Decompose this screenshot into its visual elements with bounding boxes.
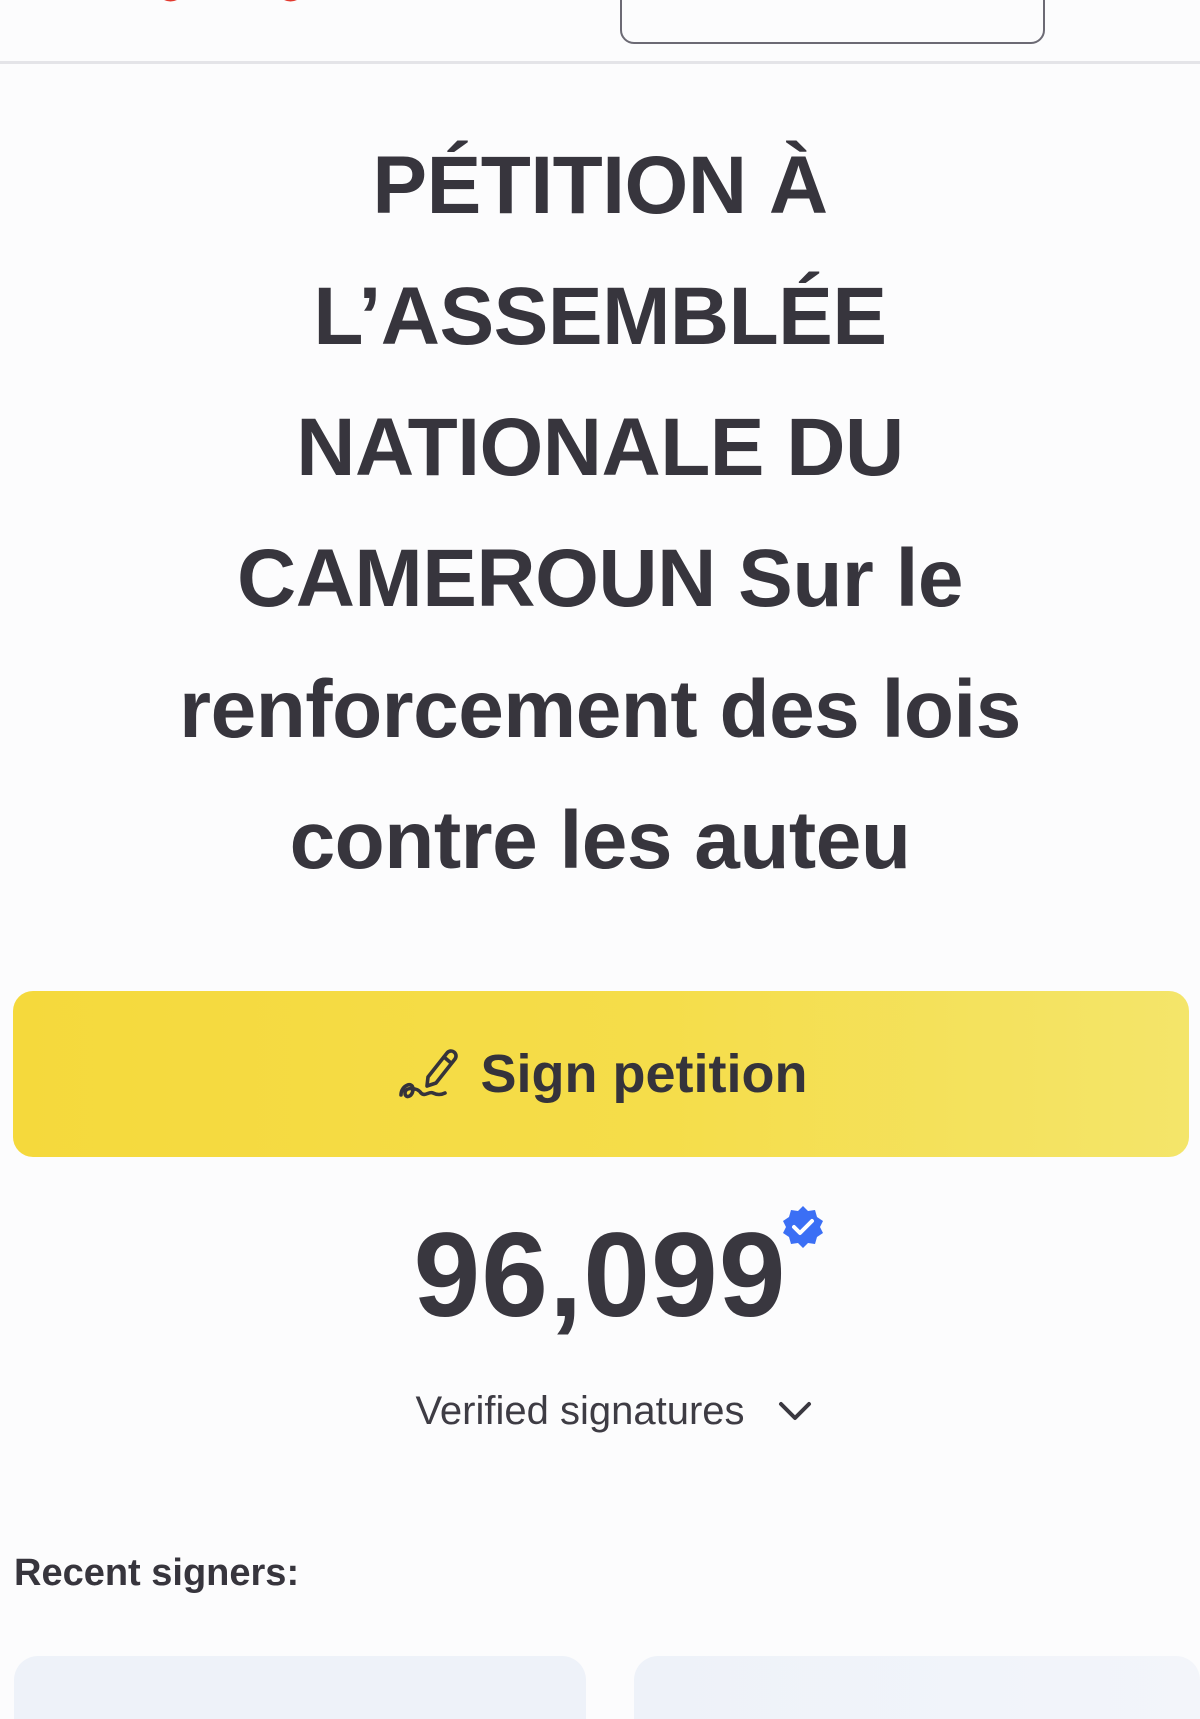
verified-badge-icon	[783, 1206, 823, 1248]
sign-petition-label: Sign petition	[480, 1044, 808, 1104]
petition-title: PÉTITION À L’ASSEMBLÉE NATIONALE DU CAME…	[60, 120, 1140, 906]
signature-count: 96,099	[413, 1208, 787, 1342]
petition-title-line: PÉTITION À	[372, 140, 828, 231]
petition-title-line: contre les auteu	[289, 795, 911, 886]
petition-title-line: NATIONALE DU	[296, 402, 904, 493]
chevron-down-icon	[778, 1402, 811, 1420]
recent-signer-card	[634, 1656, 1200, 1719]
signature-pen-icon	[398, 1049, 458, 1099]
petition-title-line: L’ASSEMBLÉE	[313, 271, 887, 362]
petition-page: PÉTITION À L’ASSEMBLÉE NATIONALE DU CAME…	[0, 0, 1200, 1719]
signature-count-block: 96,099	[0, 1200, 1200, 1350]
recent-signers-heading: Recent signers:	[14, 1552, 300, 1594]
verified-signatures-label: Verified signatures	[415, 1388, 745, 1433]
top-action-button[interactable]	[620, 0, 1045, 44]
top-navigation-bar	[0, 0, 1200, 64]
petition-title-line: CAMEROUN Sur le	[236, 533, 964, 624]
sign-petition-button[interactable]: Sign petition	[13, 991, 1189, 1157]
verified-signatures-toggle[interactable]: Verified signatures	[0, 1378, 1200, 1444]
petition-title-line: renforcement des lois	[179, 664, 1021, 755]
recent-signer-card	[14, 1656, 586, 1719]
brand-logo-icon[interactable]	[150, 0, 340, 4]
